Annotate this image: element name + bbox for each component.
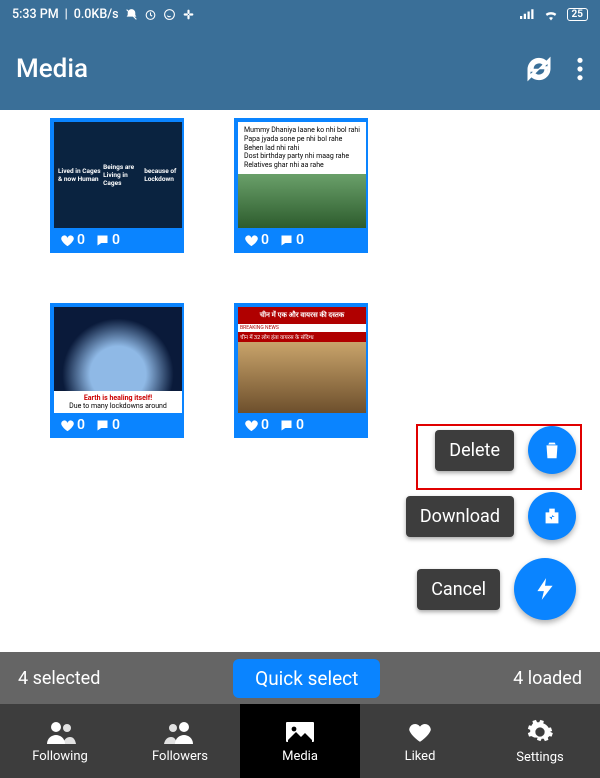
media-stats: 0 0: [238, 228, 364, 252]
tab-label: Settings: [516, 750, 563, 765]
cancel-label: Cancel: [417, 569, 500, 610]
slack-icon: [182, 8, 195, 21]
media-grid: Lived in Cages & now Human Beings are Li…: [0, 110, 600, 438]
download-label: Download: [406, 496, 514, 537]
selected-count: 4 selected: [18, 668, 100, 689]
download-icon: [541, 505, 563, 527]
delete-label: Delete: [435, 430, 514, 471]
main-fab-button[interactable]: [514, 558, 576, 620]
comment-icon: [95, 233, 110, 248]
settings-icon: [526, 718, 554, 746]
media-thumbnail: Lived in Cages & now Human Beings are Li…: [54, 122, 182, 228]
quick-select-button[interactable]: Quick select: [233, 659, 380, 698]
heart-icon: [60, 233, 75, 248]
media-thumbnail: Earth is healing itself!Due to many lock…: [54, 307, 182, 413]
comment-icon: [279, 418, 294, 433]
status-bar: 5:33 PM | 0.0KB/s 25: [0, 0, 600, 28]
fab-stack: Delete Download Cancel: [406, 426, 576, 620]
alarm-icon: [144, 8, 157, 21]
refresh-button[interactable]: [524, 54, 554, 84]
lightning-icon: [532, 573, 558, 605]
media-thumbnail: चीन में एक और वायरस की दस्तक BREAKING NE…: [238, 307, 366, 413]
media-stats: 0 0: [238, 413, 364, 437]
like-count: 0: [77, 417, 85, 433]
following-icon: [43, 719, 77, 745]
like-count: 0: [77, 232, 85, 248]
whatsapp-icon: [163, 8, 176, 21]
media-card[interactable]: Earth is healing itself!Due to many lock…: [50, 303, 184, 438]
dnd-icon: [125, 8, 138, 21]
fab-row-delete: Delete: [435, 426, 576, 474]
heart-icon: [244, 418, 259, 433]
heart-icon: [60, 418, 75, 433]
status-left: 5:33 PM | 0.0KB/s: [12, 7, 195, 22]
status-net-speed: 0.0KB/s: [74, 7, 119, 22]
heart-icon: [244, 233, 259, 248]
tab-label: Media: [282, 749, 318, 764]
media-icon: [284, 719, 316, 745]
tab-label: Following: [32, 749, 88, 764]
tab-label: Followers: [152, 749, 208, 764]
status-time: 5:33 PM: [12, 7, 59, 22]
media-thumbnail: Mummy Dhaniya laane ko nhi bol rahi Papa…: [238, 122, 366, 228]
page-title: Media: [16, 54, 88, 84]
comment-count: 0: [296, 417, 304, 433]
quick-select-bar: 4 selected Quick select 4 loaded: [0, 652, 600, 704]
tab-media[interactable]: Media: [240, 704, 360, 778]
app-bar-actions: [524, 54, 584, 84]
media-card[interactable]: चीन में एक और वायरस की दस्तक BREAKING NE…: [234, 303, 368, 438]
like-count: 0: [261, 417, 269, 433]
comment-icon: [279, 233, 294, 248]
like-count: 0: [261, 232, 269, 248]
tab-label: Liked: [405, 749, 436, 764]
loaded-count: 4 loaded: [513, 668, 582, 689]
status-right: 25: [520, 8, 588, 21]
comment-count: 0: [112, 417, 120, 433]
followers-icon: [163, 719, 197, 745]
fab-row-download: Download: [406, 492, 576, 540]
media-stats: 0 0: [54, 228, 180, 252]
tab-settings[interactable]: Settings: [480, 704, 600, 778]
media-stats: 0 0: [54, 413, 180, 437]
signal-icon: [520, 8, 535, 21]
tab-liked[interactable]: Liked: [360, 704, 480, 778]
fab-row-cancel: Cancel: [417, 558, 576, 620]
liked-icon: [405, 719, 435, 745]
download-button[interactable]: [528, 492, 576, 540]
trash-icon: [541, 439, 563, 461]
app-bar: Media: [0, 28, 600, 110]
media-card[interactable]: Lived in Cages & now Human Beings are Li…: [50, 118, 184, 253]
media-card[interactable]: Mummy Dhaniya laane ko nhi bol rahi Papa…: [234, 118, 368, 253]
tab-following[interactable]: Following: [0, 704, 120, 778]
tab-followers[interactable]: Followers: [120, 704, 240, 778]
comment-count: 0: [296, 232, 304, 248]
bottom-tab-bar: Following Followers Media Liked Settings: [0, 704, 600, 778]
status-separator: |: [65, 7, 68, 22]
comment-icon: [95, 418, 110, 433]
delete-button[interactable]: [528, 426, 576, 474]
battery-icon: 25: [567, 8, 588, 21]
overflow-menu-button[interactable]: [576, 56, 584, 82]
comment-count: 0: [112, 232, 120, 248]
wifi-icon: [543, 8, 559, 21]
